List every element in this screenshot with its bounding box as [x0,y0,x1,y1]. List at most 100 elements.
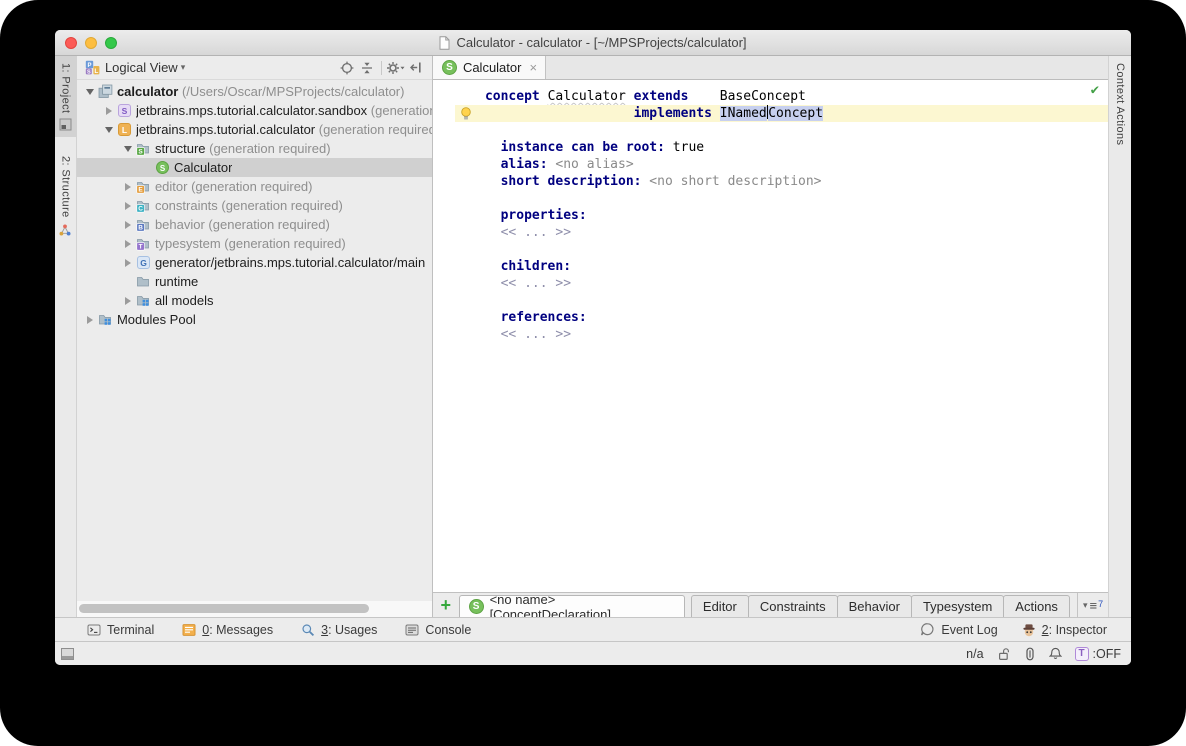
svg-text:L: L [94,68,98,75]
close-window-button[interactable] [65,37,77,49]
tree-item[interactable]: Eeditor (generation required) [77,177,432,196]
tree-item[interactable]: S Calculator [76,158,432,177]
aspect-tab-actions[interactable]: Actions [1003,595,1070,617]
tree-item-label: editor [154,179,188,194]
editor-line: alias: <no alias> [433,156,1108,173]
toolwindow-button-console[interactable]: Console [405,623,471,637]
toolwindow-button-event-log[interactable]: Event Log [920,622,998,637]
tree-collapsed-arrow-icon[interactable] [122,183,135,191]
tree-item[interactable]: runtime [77,272,432,291]
code-segment-cell: << ... >> [500,225,572,240]
tree-collapsed-arrow-icon[interactable] [103,107,116,115]
title-bar[interactable]: Calculator - calculator - [~/MPSProjects… [55,30,1131,56]
toolbar-separator [380,60,382,75]
tree-collapsed-arrow-icon[interactable] [122,240,135,248]
concept-icon: S [468,599,484,614]
console-icon [405,623,419,637]
locate-icon[interactable] [337,59,357,77]
aspect-tab-behavior[interactable]: Behavior [836,595,912,617]
concept-icon: S [441,60,457,75]
tree-item-suffix: (generation required) [315,122,432,137]
app-window: Calculator - calculator - [~/MPSProjects… [55,30,1131,665]
intention-bulb-icon[interactable] [460,107,472,121]
toolwindow-tab-project[interactable]: 1: Project [55,56,76,138]
project-tab-label: 1: Project [59,63,72,114]
toolwindow-button-2-inspector[interactable]: 2: Inspector [1022,622,1107,637]
tree-item-suffix: (generation required) [370,103,432,118]
tree-collapsed-arrow-icon[interactable] [122,259,135,267]
toolwindow-button-label: Event Log [941,622,998,637]
tree-item-suffix: (generation required) [204,217,330,232]
collapse-all-icon[interactable] [357,59,377,77]
tree-item[interactable]: calculator (/Users/Oscar/MPSProjects/cal… [77,82,432,101]
highlighting-level-icon[interactable] [1024,647,1036,661]
tree-item[interactable]: Ttypesystem (generation required) [77,234,432,253]
node-tab-active[interactable]: S <no name>[ConceptDeclaration] [458,592,685,622]
code-segment-plain [485,259,501,274]
project-toolbar: PSL Logical View ▾ [76,56,432,80]
tree-collapsed-arrow-icon[interactable] [84,316,97,324]
project-toolwindow-icon [59,118,72,131]
messages-icon [182,623,196,637]
notifications-icon[interactable] [1048,647,1062,661]
toolwindow-button-label: 3: Usages [321,622,378,637]
toolwindow-button-label: 0: Messages [202,622,274,637]
tab-list-dropdown[interactable]: ▾ ≡ 7 [1076,593,1108,617]
tree-item[interactable]: Modules Pool [77,310,432,329]
toolwindow-button-3-usages[interactable]: 3: Usages [301,623,377,637]
chevron-down-icon[interactable]: ▾ [181,62,186,73]
tree-expanded-arrow-icon[interactable] [84,89,97,95]
toolwindow-tab-structure[interactable]: 2: Structure [55,149,76,243]
aspect-tab-typesystem[interactable]: Typesystem [910,595,1005,617]
tree-expanded-arrow-icon[interactable] [103,127,116,133]
tree-collapsed-arrow-icon[interactable] [122,297,135,305]
minimize-window-button[interactable] [85,37,97,49]
close-tab-icon[interactable]: × [529,60,537,75]
code-editor[interactable]: ✔ concept Calculator extends BaseConcept… [432,80,1109,592]
code-segment-plain [485,225,501,240]
tree-item-label: Modules Pool [116,312,196,327]
code-segment-plain [485,174,501,189]
typesystem-toggle-icon[interactable]: T [1074,646,1089,661]
tree-collapsed-arrow-icon[interactable] [122,202,135,210]
tree-expanded-arrow-icon[interactable] [122,146,135,152]
traffic-lights [65,37,117,49]
settings-icon[interactable] [386,59,406,77]
concept-s-icon: S [155,160,170,175]
code-segment-plain [485,106,634,121]
project-tree: calculator (/Users/Oscar/MPSProjects/cal… [76,80,432,601]
view-selector[interactable]: Logical View [105,60,178,75]
tree-item[interactable]: Bbehavior (generation required) [77,215,432,234]
editor-line: references: [433,309,1108,326]
tree-item[interactable]: Cconstraints (generation required) [77,196,432,215]
code-segment-wavy: Calculator [547,89,626,104]
status-bar: n/a T :OFF [55,641,1131,665]
editor-tab-calculator[interactable]: S Calculator × [432,56,547,79]
zoom-window-button[interactable] [105,37,117,49]
horizontal-scrollbar[interactable] [78,604,369,613]
folder-models-icon [136,293,151,308]
add-node-tab-button[interactable]: + [433,593,459,617]
toolwindow-tab-context-actions[interactable]: Context Actions [1109,56,1131,151]
lock-open-icon[interactable] [997,647,1011,661]
svg-text:T: T [139,244,143,251]
hide-icon[interactable] [406,59,426,77]
toolwindow-button-terminal[interactable]: Terminal [87,623,154,637]
tree-collapsed-arrow-icon[interactable] [122,221,135,229]
aspect-tab-constraints[interactable]: Constraints [747,595,838,617]
tree-item[interactable]: all models [77,291,432,310]
horizontal-scrollbar-track [76,601,432,617]
code-segment-kw: properties: [500,208,587,223]
editor-line: short description: <no short description… [433,173,1108,190]
tree-item[interactable]: Sstructure (generation required) [77,139,432,158]
tree-item-label: typesystem [154,236,221,251]
tree-item[interactable]: Sjetbrains.mps.tutorial.calculator.sandb… [77,101,432,120]
aspect-tab-editor[interactable]: Editor [690,595,749,617]
tree-item[interactable]: Ggenerator/jetbrains.mps.tutorial.calcul… [77,253,432,272]
code-segment-dim: <no alias> [547,157,634,172]
tree-item[interactable]: Ljetbrains.mps.tutorial.calculator (gene… [77,120,432,139]
toolwindow-button-0-messages[interactable]: 0: Messages [182,623,273,637]
folder-structure-icon: S [136,141,151,156]
toolwindow-switcher-icon[interactable] [61,647,74,660]
code-segment-plain: true [664,140,705,155]
